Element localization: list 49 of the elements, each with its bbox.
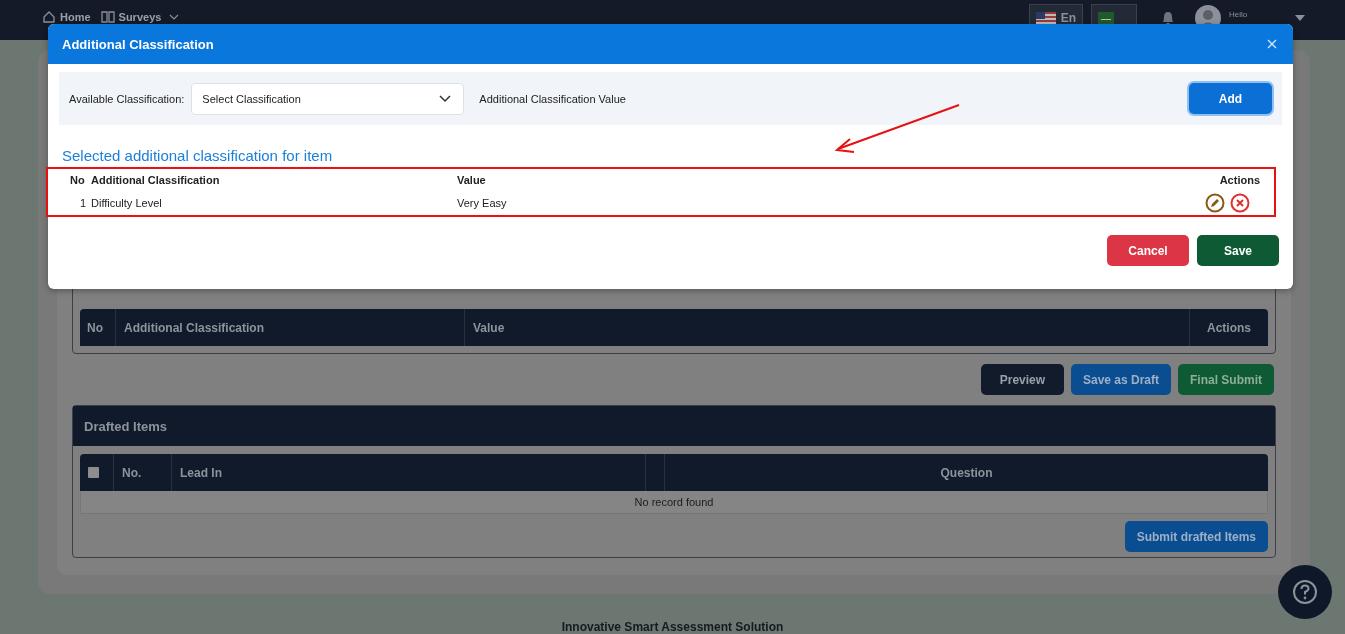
delete-button[interactable] <box>1230 193 1250 213</box>
column-header: Value <box>465 309 1190 346</box>
nav-link[interactable]: Home <box>60 11 91 23</box>
greeting-text: Hello <box>1229 10 1249 19</box>
dialog-button[interactable]: Cancel <box>1107 235 1189 266</box>
classification-dropdown[interactable]: Select Classification <box>191 82 465 115</box>
column-header: No <box>70 174 86 186</box>
column-header: No <box>80 309 116 346</box>
flag-icon <box>1098 12 1114 24</box>
action-button[interactable]: Save as Draft <box>1070 364 1171 395</box>
action-button[interactable]: Preview <box>980 364 1064 395</box>
home-icon <box>42 10 56 24</box>
column-header: Lead In <box>180 465 222 480</box>
edit-button[interactable] <box>1205 193 1225 213</box>
column-header: No. <box>122 465 142 480</box>
dialog-title: Additional Classification <box>62 36 214 52</box>
bell-icon <box>1161 10 1175 26</box>
book-icon <box>100 10 115 24</box>
chevron-down-icon <box>439 94 452 103</box>
column-header: Value <box>457 174 487 186</box>
pencil-icon <box>1205 193 1225 213</box>
empty-message: No record found <box>634 496 714 508</box>
question-icon <box>1292 579 1318 605</box>
close-button[interactable] <box>1265 37 1279 51</box>
action-button[interactable]: Final Submit <box>1178 364 1274 395</box>
submit-button[interactable]: Submit drafted Items <box>1124 521 1268 552</box>
add-button[interactable]: Add <box>1189 83 1272 114</box>
footer-text: Innovative Smart Assessment Solution <box>561 620 784 634</box>
checkbox[interactable] <box>88 467 99 478</box>
panel-title: Drafted Items <box>73 406 1275 446</box>
section-heading: Selected additional classification for item <box>62 147 334 164</box>
column-header: Actions <box>1206 319 1252 337</box>
column-header: Additional Classification <box>116 309 465 346</box>
column-header: Actions <box>1218 174 1260 186</box>
table-cell-text: Difficulty Level <box>91 197 163 209</box>
column-header: Question <box>940 465 993 480</box>
close-circle-icon <box>1230 193 1250 213</box>
language-label: En <box>1060 11 1076 25</box>
help-button[interactable] <box>1278 565 1332 619</box>
caret-icon <box>1295 14 1305 22</box>
dialog-button[interactable]: Save <box>1197 235 1279 266</box>
close-icon <box>1267 39 1277 49</box>
table-cell-text: 1 <box>78 197 86 209</box>
table-cell-text: Very Easy <box>457 197 508 209</box>
nav-link[interactable]: Surveys <box>118 11 162 23</box>
field-label: Available Classification: <box>69 92 185 105</box>
column-header: Additional Classification <box>91 174 221 186</box>
field-label: Additional Classification Value <box>479 92 626 105</box>
flag-icon <box>1035 11 1056 25</box>
